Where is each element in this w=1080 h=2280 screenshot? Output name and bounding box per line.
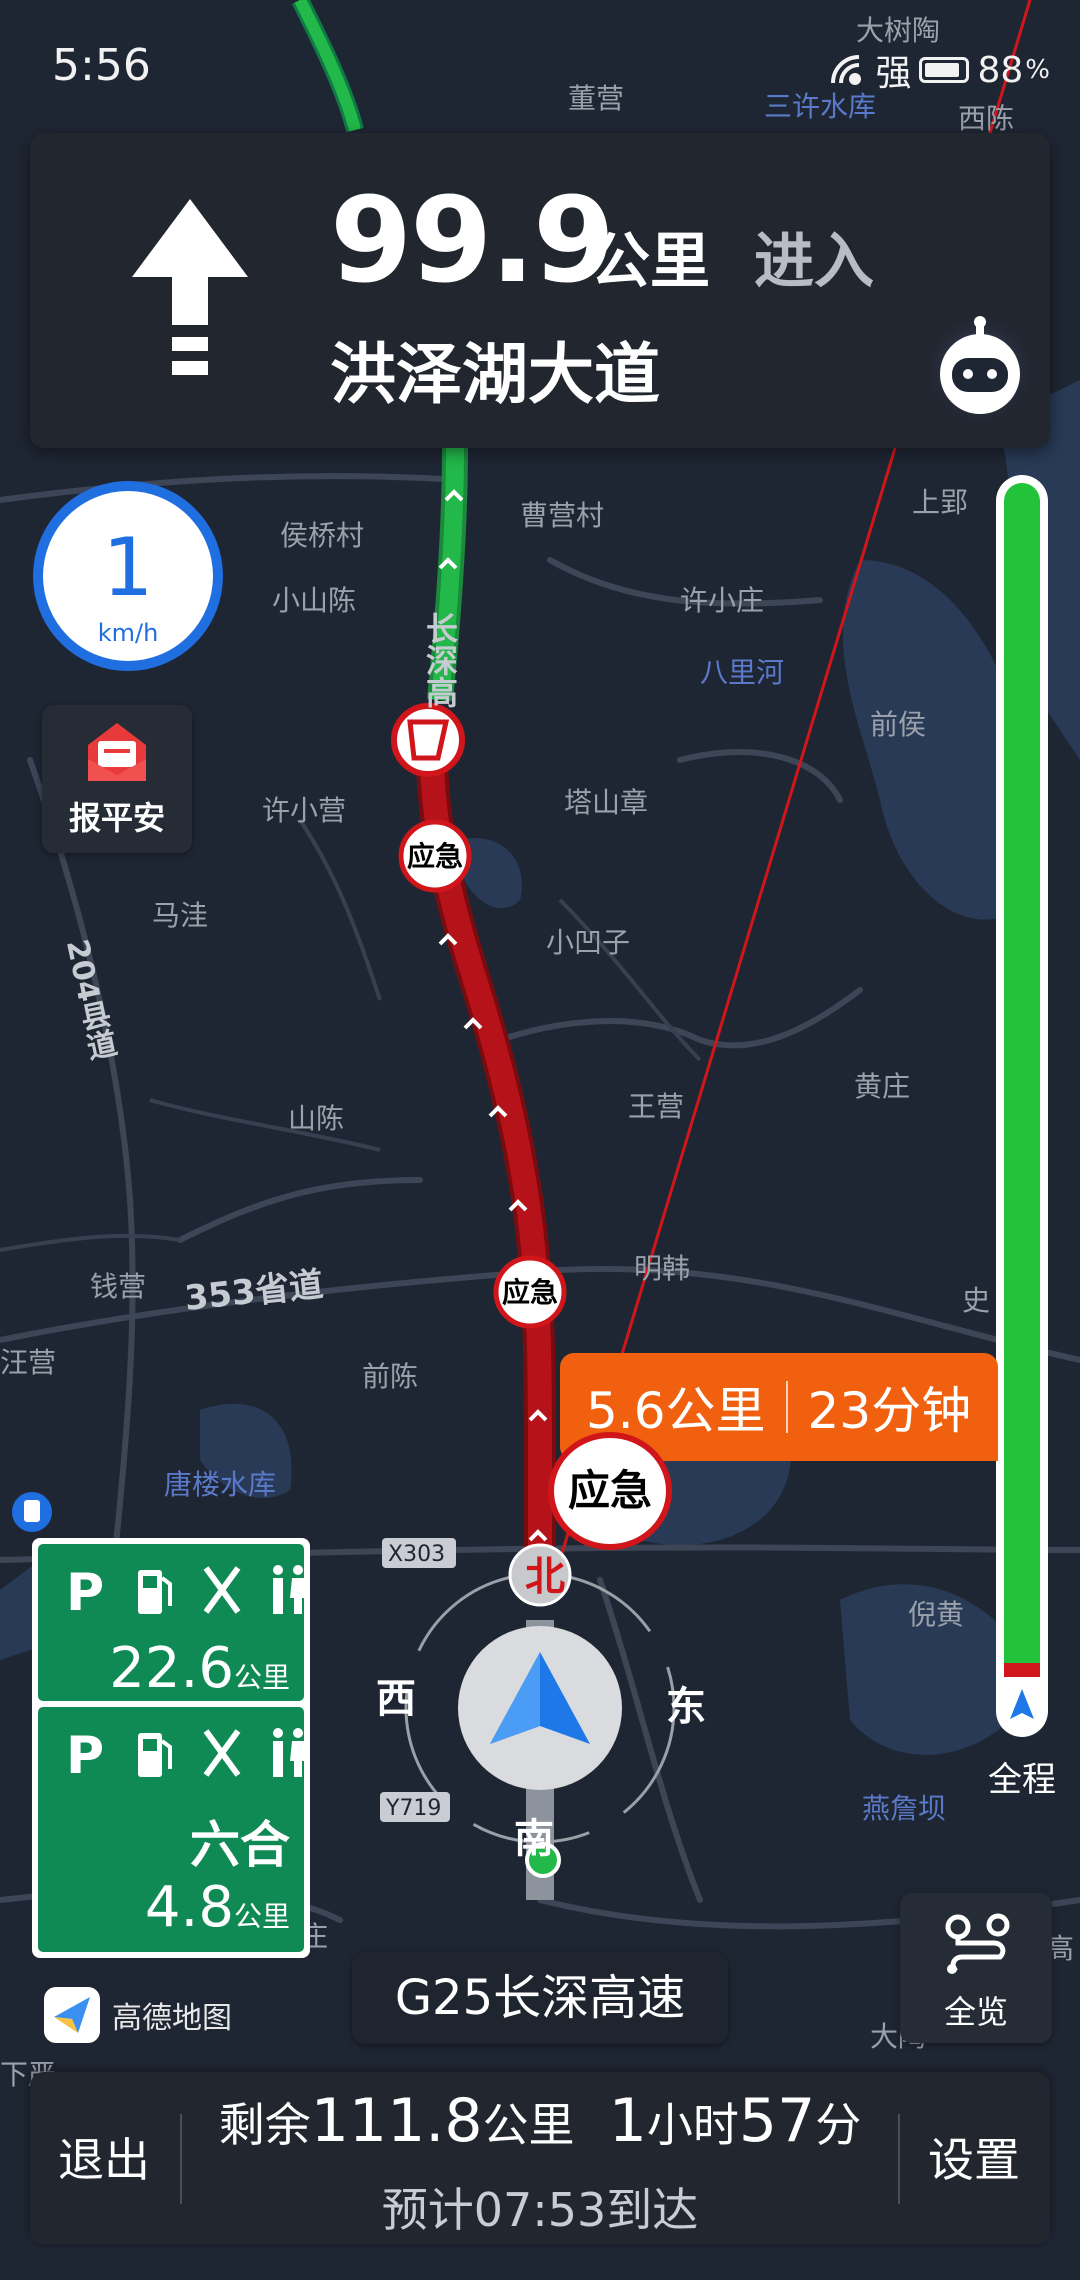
battery-unit: % bbox=[1025, 55, 1050, 85]
compass-west: 西 bbox=[376, 1676, 416, 1722]
service-area-distance: 4.8公里 bbox=[144, 1875, 290, 1940]
map-label: 钱营 bbox=[90, 1270, 146, 1303]
divider bbox=[180, 2114, 182, 2204]
service-area-item[interactable]: P 六合 4.8公里 bbox=[38, 1707, 306, 1952]
map-label: 塔山章 bbox=[564, 786, 648, 819]
divider bbox=[785, 1381, 788, 1433]
amap-logo-icon bbox=[44, 1987, 100, 2043]
status-bar-right: 强 88% bbox=[829, 44, 1050, 96]
svg-text:P: P bbox=[66, 1563, 104, 1618]
settings-button[interactable]: 设置 bbox=[928, 2124, 1020, 2190]
brand-name: 高德地图 bbox=[112, 2001, 232, 2036]
speedometer: 1 km/h bbox=[33, 481, 223, 671]
service-area-distance: 22.6公里 bbox=[109, 1636, 290, 1701]
battery-icon bbox=[919, 57, 970, 83]
eta-text: 预计07:53到达 bbox=[381, 2183, 699, 2237]
service-area-panel[interactable]: P 22.6公里 P 六合 4.8公里 bbox=[32, 1538, 310, 1958]
guidance-distance: 99.9 bbox=[330, 171, 615, 309]
envelope-icon bbox=[88, 723, 146, 781]
speed-unit: km/h bbox=[97, 619, 159, 647]
service-area-name: 六合 bbox=[190, 1816, 290, 1874]
map-label: 西陈 bbox=[958, 102, 1014, 135]
map-label: 王营 bbox=[628, 1090, 684, 1123]
map-label: 许小营 bbox=[262, 794, 346, 827]
fuel-icon bbox=[138, 1570, 172, 1614]
assistant-robot-icon[interactable] bbox=[920, 308, 1040, 428]
map-label: 小凹子 bbox=[546, 926, 630, 959]
road-label: 长深高 bbox=[421, 612, 459, 708]
progress-congestion-segment bbox=[1004, 1663, 1040, 1677]
parking-icon: P bbox=[66, 1563, 104, 1618]
service-area-item[interactable]: P 22.6公里 bbox=[38, 1544, 306, 1701]
speed-value: 1 bbox=[102, 521, 154, 614]
navigation-screen: 应急 应急 董营 三许水库 西陈 大树陶 侯桥村 曹营村 小山陈 许小庄 八里河… bbox=[0, 0, 1080, 2280]
map-label: 大树陶 bbox=[856, 14, 940, 47]
svg-text:P: P bbox=[66, 1726, 104, 1781]
current-road-name: G25长深高速 bbox=[352, 1952, 728, 2044]
exit-button[interactable]: 退出 bbox=[58, 2124, 150, 2190]
map-label: 八里河 bbox=[700, 656, 784, 689]
service-icons: P bbox=[66, 1562, 308, 1618]
map-label: 黄庄 bbox=[854, 1070, 910, 1103]
parking-icon: P bbox=[66, 1726, 104, 1781]
segment-time: 23分钟 bbox=[807, 1382, 972, 1440]
fuel-icon bbox=[138, 1733, 172, 1777]
car-position-icon bbox=[998, 1683, 1046, 1731]
restroom-icon bbox=[273, 1565, 306, 1614]
report-safe-label: 报平安 bbox=[68, 799, 165, 837]
guidance-road: 洪泽湖大道 bbox=[330, 336, 660, 413]
map-label: 唐楼水库 bbox=[164, 1468, 276, 1501]
map-label: 前陈 bbox=[362, 1360, 418, 1393]
restaurant-icon bbox=[203, 1566, 241, 1614]
map-label: 上郢 bbox=[912, 486, 968, 519]
report-safe-button[interactable]: 报平安 bbox=[42, 705, 192, 853]
map-label: 明韩 bbox=[634, 1252, 690, 1285]
battery-level: 88 bbox=[977, 49, 1024, 91]
overview-button[interactable]: 全览 bbox=[900, 1893, 1052, 2043]
incident-marker-1: 应急 bbox=[407, 840, 463, 873]
map-label: 汪营 bbox=[0, 1346, 56, 1379]
guidance-card[interactable]: 99.9 公里 进入 洪泽湖大道 bbox=[30, 133, 1050, 448]
incident-marker-large[interactable]: 应急 bbox=[548, 1432, 672, 1550]
bottom-bar: 退出 剩余111.8公里 1小时57分 预计07:53到达 设置 bbox=[30, 2072, 1050, 2244]
restaurant-icon bbox=[203, 1729, 241, 1777]
map-label: 董营 bbox=[568, 82, 624, 115]
incident-marker-2: 应急 bbox=[502, 1276, 558, 1309]
compass-north: 北 bbox=[525, 1554, 565, 1600]
map-label: 侯桥村 bbox=[280, 519, 364, 552]
status-time: 5:56 bbox=[52, 40, 151, 91]
map-label: 燕詹坝 bbox=[862, 1792, 946, 1825]
compass-east: 东 bbox=[666, 1684, 706, 1730]
guidance-unit: 公里 bbox=[590, 227, 710, 297]
guidance-action: 进入 bbox=[754, 227, 874, 297]
map-label: 许小庄 bbox=[680, 584, 764, 617]
compass-south: 南 bbox=[514, 1816, 554, 1862]
map-label: 曹营村 bbox=[520, 499, 604, 532]
divider bbox=[898, 2114, 900, 2204]
map-label: 前侯 bbox=[870, 708, 926, 741]
progress-remaining-fill bbox=[1004, 483, 1040, 1669]
service-icons: P bbox=[66, 1725, 308, 1781]
progress-full-route-label[interactable]: 全程 bbox=[988, 1752, 1056, 1801]
route-progress-bar[interactable] bbox=[996, 475, 1048, 1737]
map-label: 史 bbox=[962, 1284, 990, 1317]
remaining-summary: 剩余111.8公里 1小时57分 bbox=[218, 2086, 862, 2156]
straight-arrow-icon bbox=[132, 199, 248, 375]
signal-strength: 强 bbox=[875, 53, 912, 94]
map-label: 山陈 bbox=[288, 1102, 344, 1135]
map-label: 倪黄 bbox=[908, 1598, 964, 1631]
restroom-icon bbox=[273, 1728, 306, 1777]
brand-logo: 高德地图 bbox=[44, 1987, 232, 2043]
road-shield-x303: X303 bbox=[388, 1542, 445, 1567]
hotspot-icon bbox=[831, 55, 862, 85]
route-overview-icon bbox=[945, 1913, 1010, 1974]
road-shield-y719: Y719 bbox=[385, 1796, 441, 1821]
map-label: 马洼 bbox=[152, 899, 208, 932]
overview-label: 全览 bbox=[943, 1993, 1008, 2031]
map-label: 小山陈 bbox=[272, 584, 356, 617]
